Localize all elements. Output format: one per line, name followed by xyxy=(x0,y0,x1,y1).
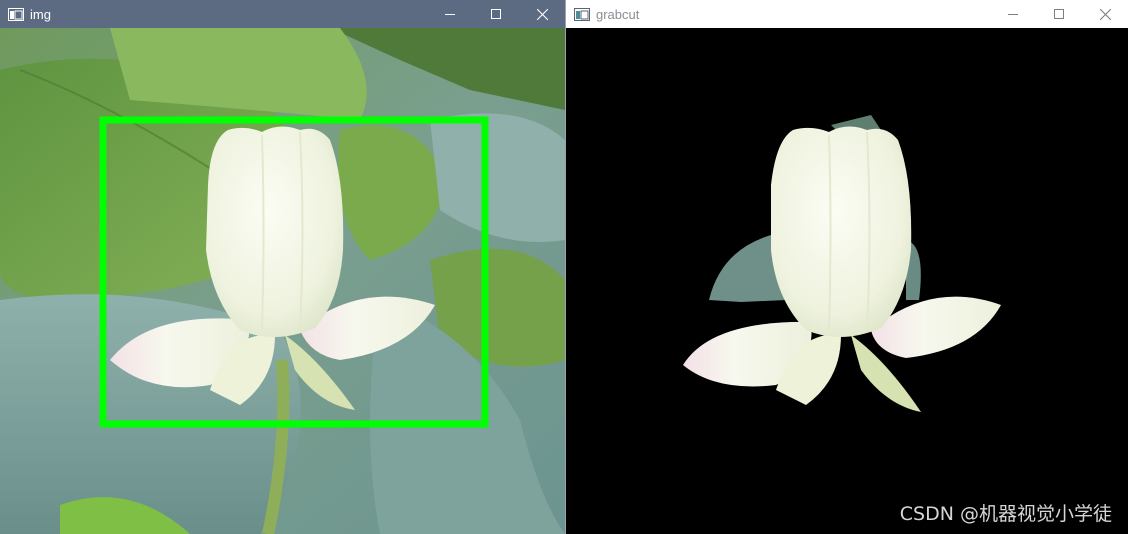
minimize-button[interactable] xyxy=(990,0,1036,28)
minimize-icon xyxy=(1008,14,1018,15)
segmented-lotus xyxy=(683,115,1001,412)
maximize-icon xyxy=(1054,9,1064,19)
window-title: img xyxy=(30,6,51,22)
app-window-icon xyxy=(8,7,24,21)
grabcut-window: grabcut CSDN @机器视觉小学徒 xyxy=(565,0,1128,534)
close-button[interactable] xyxy=(1082,0,1128,28)
minimize-button[interactable] xyxy=(427,0,473,28)
img-window: img xyxy=(0,0,565,534)
grabcut-canvas[interactable]: CSDN @机器视觉小学徒 xyxy=(566,28,1128,534)
minimize-icon xyxy=(445,14,455,15)
app-window-icon xyxy=(574,7,590,21)
img-titlebar[interactable]: img xyxy=(0,0,565,28)
watermark-text: CSDN @机器视觉小学徒 xyxy=(899,503,1112,525)
close-icon xyxy=(536,8,548,20)
maximize-icon xyxy=(491,9,501,19)
window-title: grabcut xyxy=(596,6,640,22)
close-button[interactable] xyxy=(519,0,565,28)
lotus-photo xyxy=(0,28,565,534)
grabcut-titlebar[interactable]: grabcut xyxy=(566,0,1128,28)
img-canvas[interactable] xyxy=(0,28,565,534)
maximize-button[interactable] xyxy=(1036,0,1082,28)
maximize-button[interactable] xyxy=(473,0,519,28)
close-icon xyxy=(1099,8,1111,20)
